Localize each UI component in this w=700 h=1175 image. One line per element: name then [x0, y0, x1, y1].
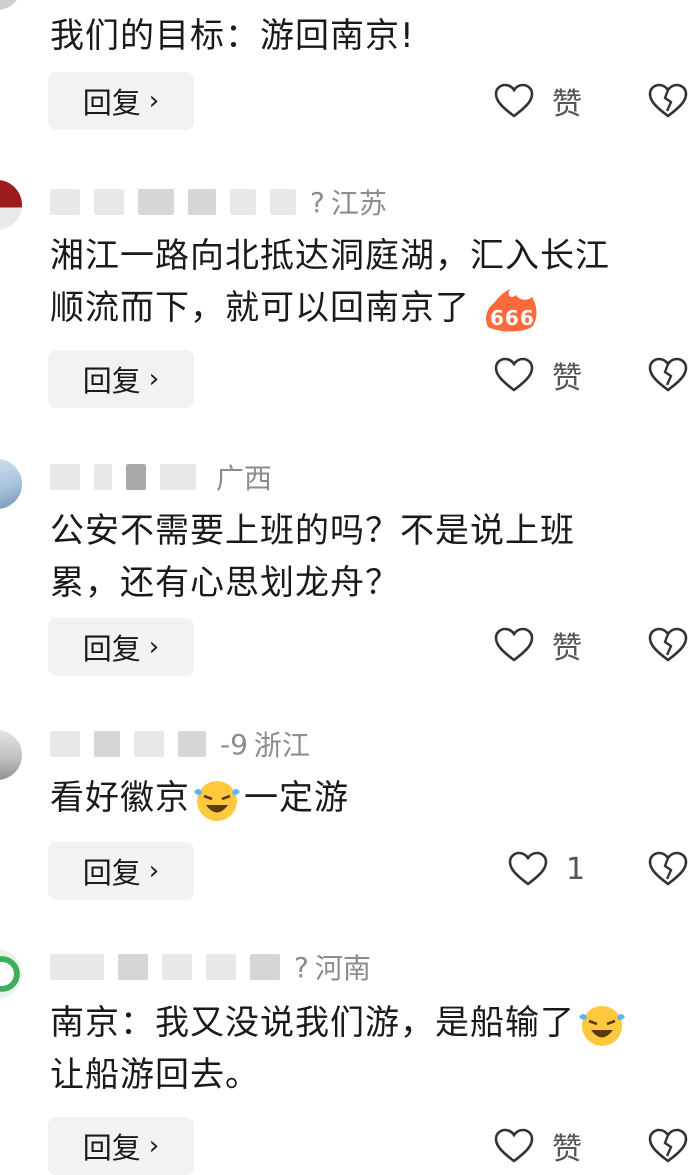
reply-button-label: 回复: [82, 632, 141, 666]
comment-region: 广西: [216, 462, 273, 495]
username-blurred: [206, 954, 236, 980]
svg-text:666: 666: [490, 306, 535, 330]
avatar[interactable]: [0, 949, 22, 999]
username-blurred: [50, 731, 80, 757]
comment-meta: ? 江苏: [50, 182, 387, 222]
dislike-button[interactable]: [648, 616, 688, 674]
reply-button[interactable]: 回复 ›: [48, 350, 194, 408]
avatar[interactable]: [0, 0, 22, 10]
comment-text-line-main: 顺流而下，就可以回南京了: [50, 288, 470, 328]
reply-button-label: 回复: [82, 856, 141, 890]
username-blurred: [118, 954, 148, 980]
comment-date: -9: [220, 727, 248, 761]
broken-heart-icon: [648, 357, 688, 392]
username-blurred: [50, 189, 80, 215]
reply-button-label: 回复: [82, 86, 141, 120]
username-blurred: [94, 189, 124, 215]
username-blurred: [270, 189, 296, 215]
comment-text: 湘江一路向北抵达洞庭湖，汇入长江 顺流而下，就可以回南京了 666: [50, 230, 664, 334]
like-label: 赞: [552, 87, 582, 122]
comment-text-line-main: 南京：我又没说我们游，是船输了: [50, 1003, 575, 1043]
username-blurred: [134, 731, 164, 757]
like-count: 1: [566, 851, 586, 887]
username-blurred: [162, 954, 192, 980]
comment-region: 浙江: [253, 729, 310, 762]
comment-text-line: 累，还有心思划龙舟？: [50, 563, 400, 603]
dislike-button[interactable]: [648, 346, 688, 404]
like-button[interactable]: 赞: [494, 1117, 582, 1175]
username-blurred: [188, 189, 216, 215]
chevron-right-icon: ›: [148, 364, 160, 394]
dislike-button[interactable]: [648, 1117, 688, 1175]
like-label: 赞: [552, 1132, 582, 1167]
reply-button-label: 回复: [82, 1131, 141, 1165]
heart-outline-icon: [494, 83, 534, 118]
comment-text-line: 让船游回去。: [50, 1055, 260, 1095]
username-blurred: [50, 464, 80, 490]
crying-laughing-emoji-icon: [194, 780, 240, 821]
like-button[interactable]: 1: [508, 840, 585, 898]
username-blurred: [94, 464, 112, 490]
reply-button-label: 回复: [82, 364, 141, 398]
comment-meta: ? 河南: [50, 947, 371, 987]
crying-laughing-emoji-icon: [579, 1005, 625, 1046]
like-button[interactable]: 赞: [494, 346, 582, 404]
reply-button[interactable]: 回复 ›: [48, 1117, 194, 1175]
heart-outline-icon: [494, 627, 534, 662]
username-blurred: [160, 464, 196, 490]
comment-text: 南京：我又没说我们游，是船输了 让船游回去。: [50, 997, 664, 1101]
broken-heart-icon: [648, 627, 688, 662]
comment-text-line: 南京：我又没说我们游，是船输了: [50, 997, 664, 1049]
comment-date: ?: [294, 950, 309, 984]
avatar[interactable]: [0, 180, 22, 230]
heart-outline-icon: [508, 851, 548, 886]
avatar[interactable]: [0, 459, 22, 509]
comment-date: ?: [310, 185, 325, 219]
username-blurred: [138, 189, 174, 215]
chevron-right-icon: ›: [148, 86, 160, 116]
reply-button[interactable]: 回复 ›: [48, 842, 194, 900]
like-button[interactable]: 赞: [494, 72, 582, 130]
comment-text-after: 一定游: [244, 778, 349, 818]
chevron-right-icon: ›: [148, 856, 160, 886]
like-label: 赞: [552, 631, 582, 666]
like-label: 赞: [552, 361, 582, 396]
broken-heart-icon: [648, 83, 688, 118]
comment-region: 江苏: [330, 187, 387, 220]
reply-button[interactable]: 回复 ›: [48, 618, 194, 676]
comment-text: 看好徽京 一定游: [50, 772, 664, 824]
broken-heart-icon: [648, 851, 688, 886]
avatar[interactable]: [0, 730, 22, 780]
dislike-button[interactable]: [648, 72, 688, 130]
comment-meta: 广西: [50, 457, 272, 497]
reply-button[interactable]: 回复 ›: [48, 72, 194, 130]
username-blurred: [178, 731, 206, 757]
broken-heart-icon: [648, 1128, 688, 1163]
comment-text-line: 公安不需要上班的吗？不是说上班: [50, 511, 575, 551]
comment-text-line: 顺流而下，就可以回南京了 666: [50, 282, 664, 334]
comment-region: 河南: [314, 952, 371, 985]
username-blurred: [94, 731, 120, 757]
heart-outline-icon: [494, 1128, 534, 1163]
comment-text-line: 湘江一路向北抵达洞庭湖，汇入长江: [50, 236, 610, 276]
like-button[interactable]: 赞: [494, 616, 582, 674]
username-blurred: [250, 954, 280, 980]
666-emoji-icon: 666: [485, 288, 537, 331]
comment-meta: -9 浙江: [50, 724, 310, 764]
heart-outline-icon: [494, 357, 534, 392]
username-blurred: [50, 954, 104, 980]
comment-text: 我们的目标：游回南京!: [50, 16, 415, 56]
dislike-button[interactable]: [648, 840, 688, 898]
chevron-right-icon: ›: [148, 1131, 160, 1161]
username-blurred: [126, 464, 146, 490]
comment-text-before: 看好徽京: [50, 778, 190, 818]
username-blurred: [230, 189, 256, 215]
chevron-right-icon: ›: [148, 632, 160, 662]
comment-text: 公安不需要上班的吗？不是说上班 累，还有心思划龙舟？: [50, 505, 664, 609]
